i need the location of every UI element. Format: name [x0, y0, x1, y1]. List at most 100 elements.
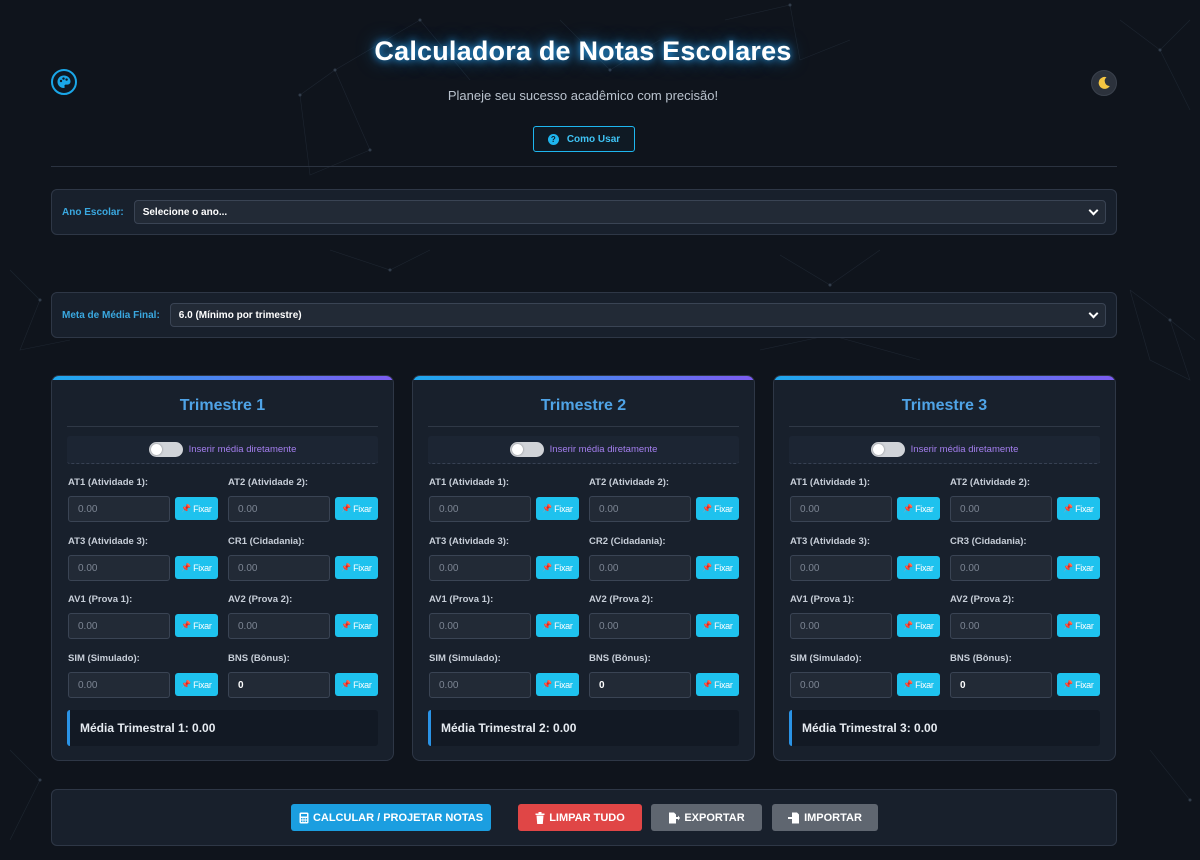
grade-input[interactable]: 0	[228, 672, 330, 698]
school-year-select[interactable]: Selecione o ano...	[133, 200, 1106, 224]
grade-input[interactable]: 0.00	[790, 496, 892, 522]
fix-button[interactable]: 📌 Fixar	[536, 673, 579, 696]
fix-button[interactable]: 📌 Fixar	[1057, 673, 1100, 696]
pin-icon: 📌	[181, 504, 192, 513]
fix-button[interactable]: 📌 Fixar	[335, 673, 378, 696]
final-goal-select[interactable]: 6.0 (Mínimo por trimestre)	[169, 303, 1106, 327]
grade-input[interactable]: 0.00	[429, 555, 531, 581]
field-label: AT3 (Atividade 3):	[429, 536, 510, 547]
trimester-title: Trimestre 3	[901, 397, 988, 414]
fix-button[interactable]: 📌 Fixar	[536, 556, 579, 579]
field-label: AT3 (Atividade 3):	[68, 536, 149, 547]
pin-icon: 📌	[702, 504, 713, 513]
fix-button[interactable]: 📌 Fixar	[1057, 556, 1100, 579]
fix-button[interactable]: 📌 Fixar	[897, 673, 940, 696]
school-year-label: Ano Escolar:	[62, 206, 124, 218]
grade-input[interactable]: 0.00	[68, 555, 170, 581]
grade-field-at2: AT2 (Atividade 2): 0.00 📌 Fixar	[589, 477, 739, 522]
fix-label: Fixar	[1075, 620, 1094, 631]
pin-icon: 📌	[181, 621, 192, 630]
pin-icon: 📌	[542, 504, 553, 513]
field-label: AT3 (Atividade 3):	[790, 536, 871, 547]
clear-all-button[interactable]: LIMPAR TUDO	[518, 804, 642, 831]
card-divider	[789, 426, 1100, 427]
fix-button[interactable]: 📌 Fixar	[175, 556, 218, 579]
field-label: AT1 (Atividade 1):	[68, 477, 149, 488]
grade-field-sim: SIM (Simulado): 0.00 📌 Fixar	[429, 653, 579, 698]
fix-button[interactable]: 📌 Fixar	[897, 497, 940, 520]
fix-label: Fixar	[554, 620, 573, 631]
grade-input[interactable]: 0.00	[429, 672, 531, 698]
field-label: BNS (Bônus):	[589, 653, 651, 664]
fix-button[interactable]: 📌 Fixar	[696, 614, 739, 637]
direct-average-toggle-row: Inserir média diretamente	[789, 436, 1100, 464]
pin-icon: 📌	[542, 563, 553, 572]
pin-icon: 📌	[903, 621, 914, 630]
fix-button[interactable]: 📌 Fixar	[175, 673, 218, 696]
how-to-use-label: Como Usar	[566, 133, 621, 145]
grade-input[interactable]: 0.00	[68, 613, 170, 639]
import-button[interactable]: IMPORTAR	[772, 804, 878, 831]
fix-button[interactable]: 📌 Fixar	[1057, 614, 1100, 637]
direct-average-label: Inserir média diretamente	[188, 444, 297, 455]
direct-average-switch[interactable]	[870, 442, 905, 457]
fix-button[interactable]: 📌 Fixar	[175, 497, 218, 520]
fix-button[interactable]: 📌 Fixar	[335, 497, 378, 520]
calculate-button[interactable]: CALCULAR / PROJETAR NOTAS	[291, 804, 491, 831]
export-button[interactable]: EXPORTAR	[651, 804, 762, 831]
fix-button[interactable]: 📌 Fixar	[536, 614, 579, 637]
question-circle-icon: ?	[547, 133, 559, 145]
trimester-card-2: Trimestre 2 Inserir média diretamente AT…	[412, 375, 755, 761]
direct-average-switch[interactable]	[509, 442, 544, 457]
grade-input[interactable]: 0.00	[228, 496, 330, 522]
trimester-card-3: Trimestre 3 Inserir média diretamente AT…	[773, 375, 1116, 761]
grade-input[interactable]: 0.00	[589, 613, 691, 639]
fix-label: Fixar	[193, 562, 212, 573]
how-to-use-button[interactable]: ? Como Usar	[533, 126, 635, 152]
pin-icon: 📌	[542, 680, 553, 689]
grade-input[interactable]: 0.00	[790, 555, 892, 581]
grade-input[interactable]: 0.00	[589, 555, 691, 581]
fix-button[interactable]: 📌 Fixar	[335, 556, 378, 579]
grade-input[interactable]: 0	[589, 672, 691, 698]
grade-input[interactable]: 0.00	[790, 672, 892, 698]
fix-button[interactable]: 📌 Fixar	[335, 614, 378, 637]
grade-input[interactable]: 0.00	[950, 496, 1052, 522]
fix-button[interactable]: 📌 Fixar	[696, 497, 739, 520]
grade-field-at1: AT1 (Atividade 1): 0.00 📌 Fixar	[429, 477, 579, 522]
grade-input[interactable]: 0.00	[589, 496, 691, 522]
grade-input[interactable]: 0.00	[429, 613, 531, 639]
trimester-average: Média Trimestral 1: 0.00	[67, 710, 378, 746]
fix-button[interactable]: 📌 Fixar	[897, 614, 940, 637]
fix-button[interactable]: 📌 Fixar	[1057, 497, 1100, 520]
grade-calculator-page: Calculadora de Notas Escolares Planeje s…	[0, 0, 1200, 860]
direct-average-toggle-row: Inserir média diretamente	[428, 436, 739, 464]
fix-label: Fixar	[353, 620, 372, 631]
field-label: AT2 (Atividade 2):	[589, 477, 670, 488]
grade-input[interactable]: 0.00	[950, 555, 1052, 581]
fix-label: Fixar	[915, 562, 934, 573]
grade-input[interactable]: 0.00	[228, 613, 330, 639]
grade-input[interactable]: 0.00	[228, 555, 330, 581]
direct-average-switch[interactable]	[148, 442, 183, 457]
grade-input[interactable]: 0	[950, 672, 1052, 698]
fix-button[interactable]: 📌 Fixar	[696, 556, 739, 579]
header-divider	[51, 166, 1117, 167]
field-label: BNS (Bônus):	[228, 653, 290, 664]
grade-field-av2: AV2 (Prova 2): 0.00 📌 Fixar	[228, 594, 378, 639]
fix-button[interactable]: 📌 Fixar	[897, 556, 940, 579]
grade-input[interactable]: 0.00	[950, 613, 1052, 639]
pin-icon: 📌	[181, 680, 192, 689]
grade-input[interactable]: 0.00	[68, 496, 170, 522]
fix-label: Fixar	[193, 679, 212, 690]
grade-input[interactable]: 0.00	[68, 672, 170, 698]
grade-field-at1: AT1 (Atividade 1): 0.00 📌 Fixar	[68, 477, 218, 522]
grade-field-av1: AV1 (Prova 1): 0.00 📌 Fixar	[790, 594, 940, 639]
fix-button[interactable]: 📌 Fixar	[696, 673, 739, 696]
trimester-average: Média Trimestral 2: 0.00	[428, 710, 739, 746]
grade-input[interactable]: 0.00	[790, 613, 892, 639]
fix-button[interactable]: 📌 Fixar	[536, 497, 579, 520]
grade-input[interactable]: 0.00	[429, 496, 531, 522]
fix-button[interactable]: 📌 Fixar	[175, 614, 218, 637]
file-import-icon	[788, 812, 800, 823]
